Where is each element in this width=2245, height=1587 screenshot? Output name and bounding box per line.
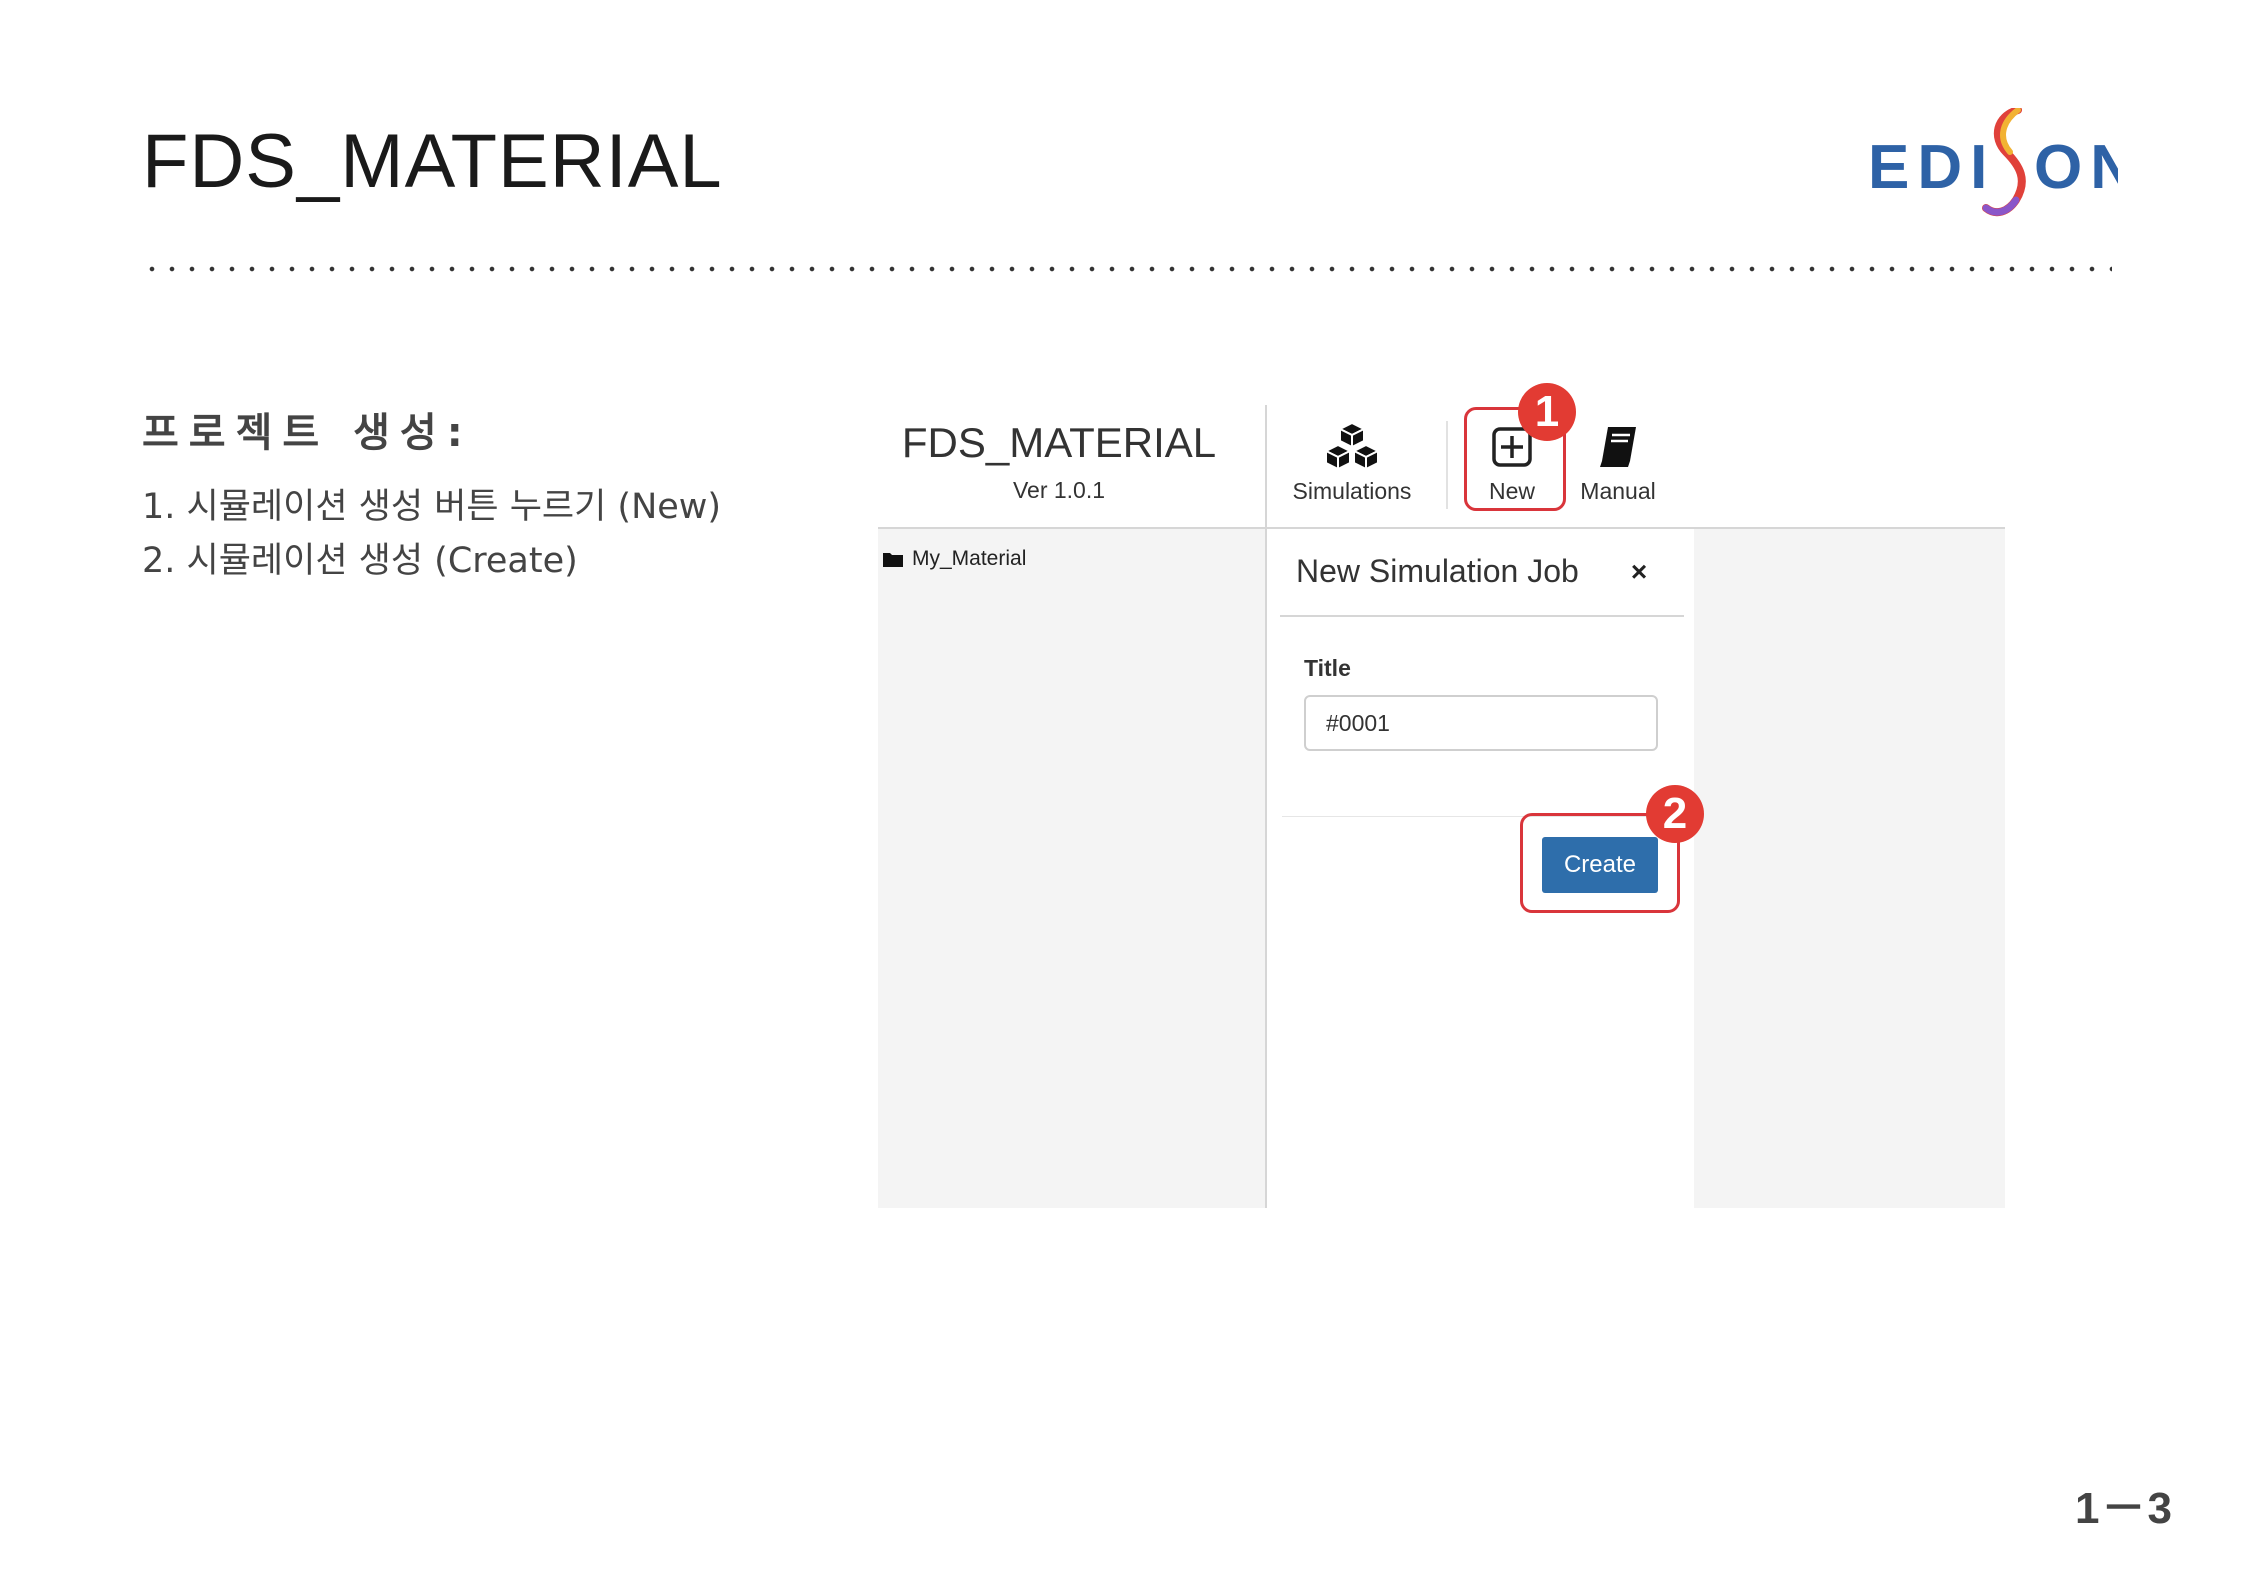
simulations-button[interactable]: Simulations bbox=[1282, 421, 1422, 505]
cubes-icon bbox=[1323, 421, 1381, 471]
header-divider bbox=[878, 527, 2005, 529]
page-number: 1－3 bbox=[2075, 1484, 2174, 1533]
right-panel bbox=[1694, 529, 2005, 1208]
tree-item-label: My_Material bbox=[912, 547, 1027, 570]
svg-text:EDI: EDI bbox=[1868, 133, 1995, 202]
file-tree-panel bbox=[878, 529, 1265, 1208]
folder-icon bbox=[883, 553, 903, 567]
step-1-text: 1. 시뮬레이션 생성 버튼 누르기 (New) bbox=[142, 487, 722, 527]
title-field-label: Title bbox=[1304, 655, 1351, 681]
app-header: FDS_MATERIAL Ver 1.0.1 bbox=[878, 405, 1267, 527]
edison-logo: EDI ON bbox=[1868, 106, 2135, 228]
callout-badge-1: 1 bbox=[1518, 383, 1576, 441]
manual-label: Manual bbox=[1580, 478, 1656, 504]
section-title: 프로젝트 생성: bbox=[142, 410, 473, 456]
dialog-divider bbox=[1280, 615, 1684, 617]
step-2-text: 2. 시뮬레이션 생성 (Create) bbox=[142, 541, 578, 581]
manual-button[interactable]: Manual bbox=[1568, 421, 1668, 505]
title-input[interactable] bbox=[1304, 695, 1658, 751]
simulations-label: Simulations bbox=[1292, 478, 1412, 504]
edison-logo-graphic: EDI ON bbox=[1868, 106, 2135, 217]
app-title: FDS_MATERIAL bbox=[901, 419, 1217, 466]
callout-badge-2: 2 bbox=[1646, 785, 1704, 843]
panel-divider bbox=[1265, 405, 1267, 1208]
app-version: Ver 1.0.1 bbox=[1012, 477, 1106, 503]
dialog-title: New Simulation Job bbox=[1296, 553, 1579, 589]
page-title: FDS_MATERIAL bbox=[142, 119, 723, 204]
close-icon[interactable]: × bbox=[1622, 553, 1656, 591]
toolbar-separator bbox=[1446, 421, 1448, 509]
dotted-divider bbox=[142, 266, 2112, 272]
tree-item-my-material[interactable]: My_Material bbox=[882, 547, 1026, 571]
book-icon bbox=[1600, 427, 1636, 467]
svg-text:ON: ON bbox=[2034, 133, 2118, 202]
app-screenshot: FDS_MATERIAL Ver 1.0.1 My_Material Simul… bbox=[878, 383, 2005, 1208]
